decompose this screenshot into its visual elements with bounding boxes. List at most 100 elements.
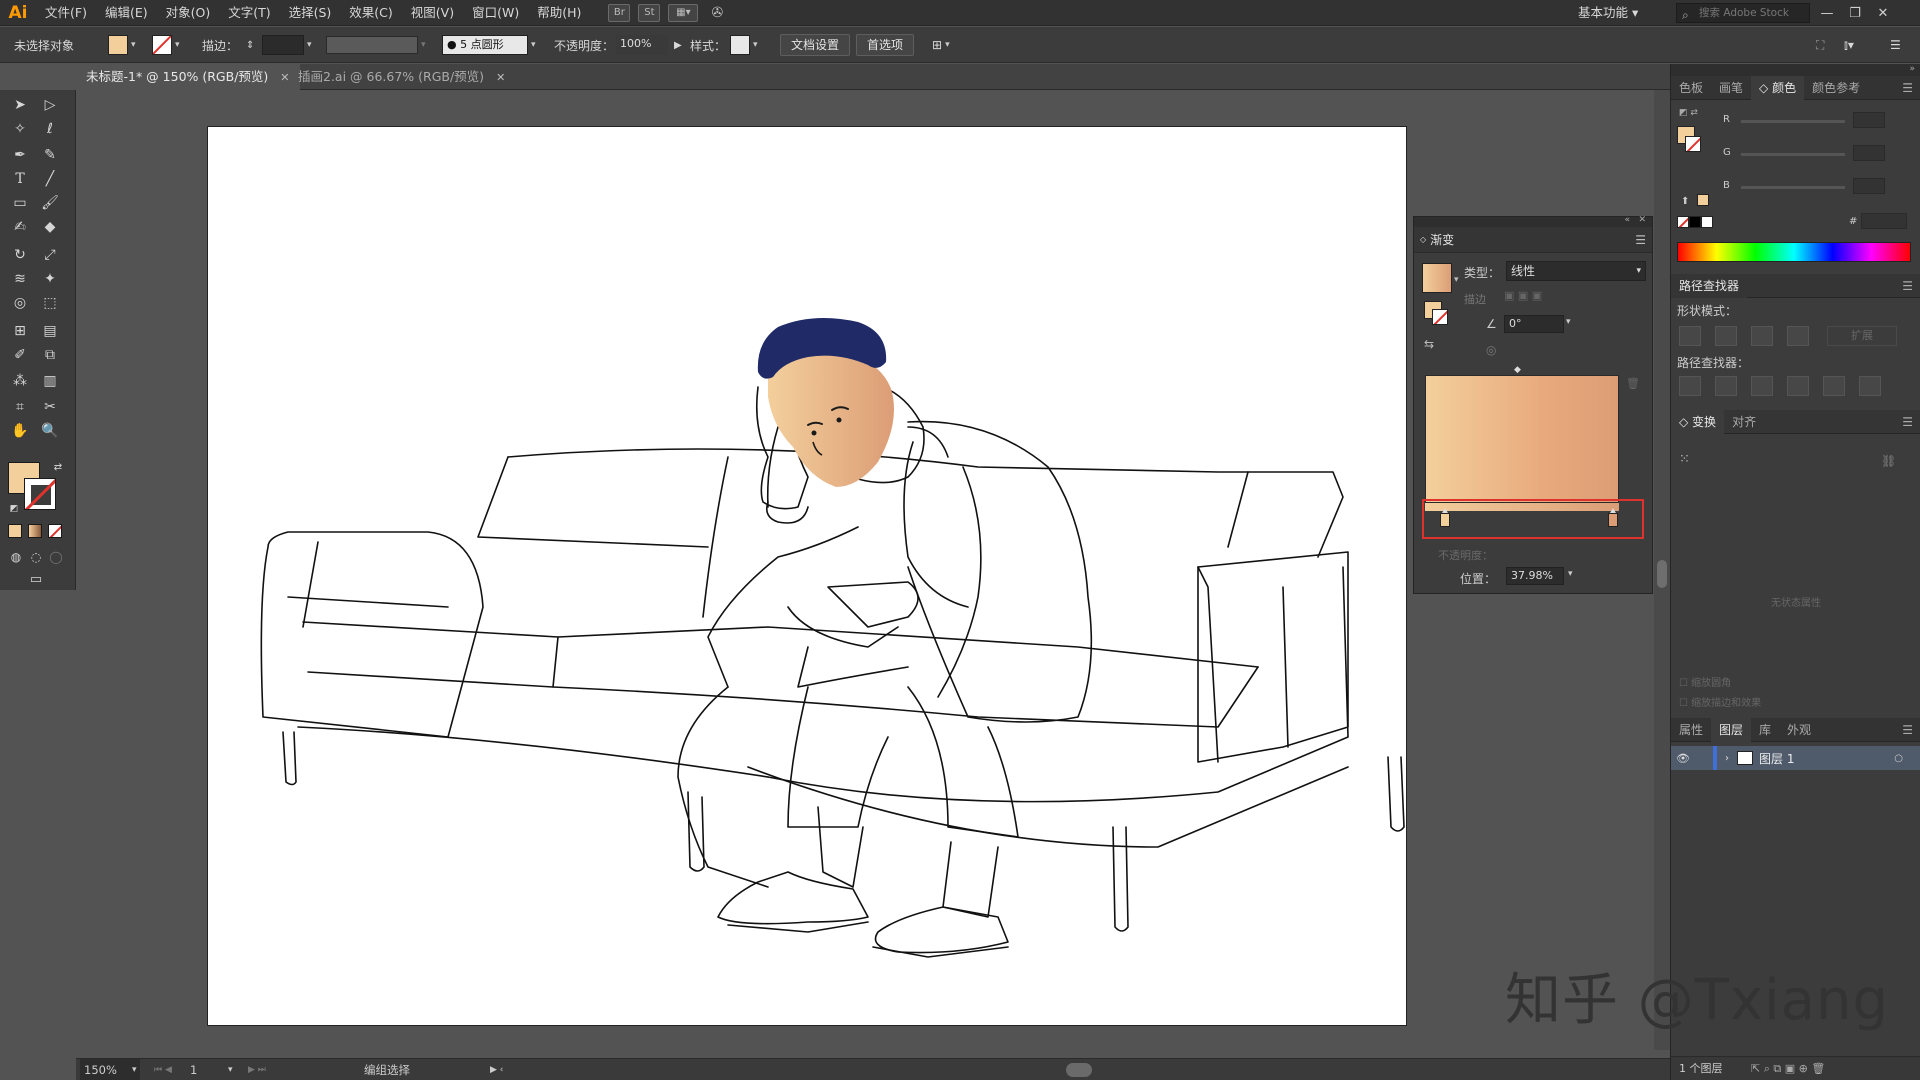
b-input[interactable] <box>1853 178 1885 194</box>
menu-edit[interactable]: 编辑(E) <box>96 0 157 26</box>
perspective-grid-tool-icon[interactable]: ⬚ <box>38 292 62 314</box>
opacity-input[interactable]: 100% ▶ <box>616 27 682 63</box>
tab-color[interactable]: ◇ 颜色 <box>1751 76 1805 100</box>
magic-wand-tool-icon[interactable]: ✧ <box>8 118 32 140</box>
g-slider[interactable] <box>1741 153 1845 156</box>
angle-dropdown-icon[interactable]: ▾ <box>1566 317 1571 327</box>
reverse-gradient-icon[interactable]: ⇆ <box>1424 337 1434 351</box>
g-input[interactable] <box>1853 145 1885 161</box>
gradient-preview-swatch[interactable] <box>1422 263 1452 293</box>
menu-file[interactable]: 文件(F) <box>36 0 96 26</box>
align-options-icon[interactable]: ⊞ ▾ <box>932 27 950 63</box>
lasso-tool-icon[interactable]: ℓ <box>38 118 62 140</box>
gradient-preview-area[interactable] <box>1425 375 1619 503</box>
artboard-tool-icon[interactable]: ⌗ <box>8 396 32 418</box>
type-tool-icon[interactable]: T <box>8 168 32 190</box>
divide-icon[interactable] <box>1679 376 1701 396</box>
next-artboard-icon[interactable]: ▶ ⏭ <box>248 1059 266 1080</box>
preferences-button[interactable]: 首选项 <box>856 27 915 63</box>
zoom-dropdown-icon[interactable]: ▾ <box>132 1059 137 1080</box>
stock-search-input[interactable]: ⌕ 搜索 Adobe Stock <box>1676 3 1810 23</box>
hand-tool-icon[interactable]: ✋ <box>8 420 32 442</box>
zoom-level-input[interactable]: 150% <box>80 1059 140 1080</box>
b-slider[interactable] <box>1741 186 1845 189</box>
gradient-tool-icon[interactable]: ▤ <box>38 320 62 342</box>
location-input[interactable]: 37.98% <box>1506 567 1564 585</box>
swap-fill-stroke-icon[interactable]: ⇄ <box>46 456 70 478</box>
symbol-sprayer-tool-icon[interactable]: ⁂ <box>8 370 32 392</box>
angle-input[interactable]: 0° <box>1504 315 1564 333</box>
layers-footer-icons[interactable]: ⇱ ⌕ ⧉ ▣ ⊕ 🗑 <box>1751 1057 1825 1080</box>
constrain-proportions-icon[interactable]: ⛓ <box>1881 454 1896 468</box>
visibility-eye-icon[interactable]: 👁 <box>1671 752 1695 765</box>
stroke-swatch[interactable]: ▾ <box>152 27 180 63</box>
gamut-color-icon[interactable] <box>1697 194 1709 206</box>
fill-swatch[interactable]: ▾ <box>108 27 136 63</box>
out-of-gamut-icon[interactable]: ⬆ <box>1681 196 1689 207</box>
default-fill-stroke-icon[interactable]: ◩ ⇄ <box>1679 108 1698 118</box>
restore-button[interactable]: ❐ <box>1842 0 1868 26</box>
layer-target-icon[interactable]: ○ <box>1894 753 1903 764</box>
tab-brushes[interactable]: 画笔 <box>1711 76 1751 100</box>
menu-object[interactable]: 对象(O) <box>157 0 220 26</box>
scale-tool-icon[interactable]: ⤢ <box>38 244 62 266</box>
color-spectrum[interactable] <box>1677 242 1911 262</box>
eraser-tool-icon[interactable]: ◆ <box>38 216 62 238</box>
minus-front-icon[interactable] <box>1715 326 1737 346</box>
first-artboard-icon[interactable]: ⏮ ◀ <box>154 1059 172 1080</box>
color-panel-menu-icon[interactable]: ☰ <box>1894 76 1920 100</box>
tab-pathfinder[interactable]: 路径查找器 <box>1671 274 1748 298</box>
close-button[interactable]: ✕ <box>1870 0 1896 26</box>
gradient-type-select[interactable]: 线性 ▾ <box>1506 261 1646 281</box>
bridge-icon[interactable]: Br <box>608 3 631 22</box>
tab-untitled-1[interactable]: 未标题-1* @ 150% (RGB/预览) ✕ <box>76 64 300 90</box>
tab-layers[interactable]: 图层 <box>1711 718 1752 742</box>
warp-tool-icon[interactable]: ≋ <box>8 268 32 290</box>
panel-drag-bar[interactable]: «✕ <box>1414 215 1652 227</box>
black-color-icon[interactable] <box>1689 216 1701 228</box>
menu-type[interactable]: 文字(T) <box>219 0 279 26</box>
direct-selection-tool-icon[interactable]: ▷ <box>38 94 62 116</box>
location-dropdown-icon[interactable]: ▾ <box>1568 569 1573 579</box>
shape-builder-tool-icon[interactable]: ◎ <box>8 292 32 314</box>
pen-tool-icon[interactable]: ✒ <box>8 144 32 166</box>
tab-align[interactable]: 对齐 <box>1724 410 1764 434</box>
tab-appearance[interactable]: 外观 <box>1779 718 1819 742</box>
line-tool-icon[interactable]: ╱ <box>38 168 62 190</box>
pathfinder-menu-icon[interactable]: ☰ <box>1894 274 1920 298</box>
stop-opacity-input[interactable] <box>1534 545 1594 561</box>
expand-layer-icon[interactable]: › <box>1717 753 1737 764</box>
intersect-icon[interactable] <box>1751 326 1773 346</box>
variable-width-profile[interactable]: ▾ <box>326 27 426 63</box>
color-stroke-box[interactable] <box>1685 136 1701 152</box>
zoom-tool-icon[interactable]: 🔍 <box>38 420 62 442</box>
column-graph-tool-icon[interactable]: ▥ <box>38 370 62 392</box>
menu-help[interactable]: 帮助(H) <box>528 0 590 26</box>
exclude-icon[interactable] <box>1787 326 1809 346</box>
rectangle-tool-icon[interactable]: ▭ <box>8 192 32 214</box>
tab-illustration-2[interactable]: 插画2.ai @ 66.67% (RGB/预览) ✕ <box>288 64 515 90</box>
scrollbar-thumb[interactable] <box>1657 560 1667 588</box>
scale-corners-checkbox[interactable]: ☐ 缩放圆角 <box>1679 674 1731 689</box>
artboard-number-input[interactable]: 1 <box>186 1059 228 1080</box>
rotate-tool-icon[interactable]: ↻ <box>8 244 32 266</box>
none-color-icon[interactable] <box>1677 216 1689 228</box>
layer-row-1[interactable]: 👁 › 图层 1 ○ <box>1671 746 1920 770</box>
reference-point-icon[interactable]: ⁙ <box>1679 452 1690 467</box>
curvature-tool-icon[interactable]: ✎ <box>38 144 62 166</box>
r-slider[interactable] <box>1741 120 1845 123</box>
gpu-icon[interactable]: ✇ <box>706 4 728 22</box>
canvas-vertical-scrollbar[interactable] <box>1654 90 1670 1050</box>
outline-icon[interactable] <box>1823 376 1845 396</box>
screen-mode-icon[interactable]: ▭ <box>24 568 48 590</box>
tab-transform[interactable]: ◇ 变换 <box>1671 410 1725 434</box>
layers-menu-icon[interactable]: ☰ <box>1894 718 1920 742</box>
trim-icon[interactable] <box>1715 376 1737 396</box>
gradient-preset-dropdown-icon[interactable]: ▾ <box>1454 275 1459 285</box>
draw-inside-icon[interactable]: ◯ <box>44 546 68 568</box>
graphic-style-picker[interactable]: ▾ <box>730 27 758 63</box>
menu-window[interactable]: 窗口(W) <box>463 0 528 26</box>
minimize-button[interactable]: — <box>1814 0 1840 26</box>
white-color-icon[interactable] <box>1701 216 1713 228</box>
merge-icon[interactable] <box>1751 376 1773 396</box>
